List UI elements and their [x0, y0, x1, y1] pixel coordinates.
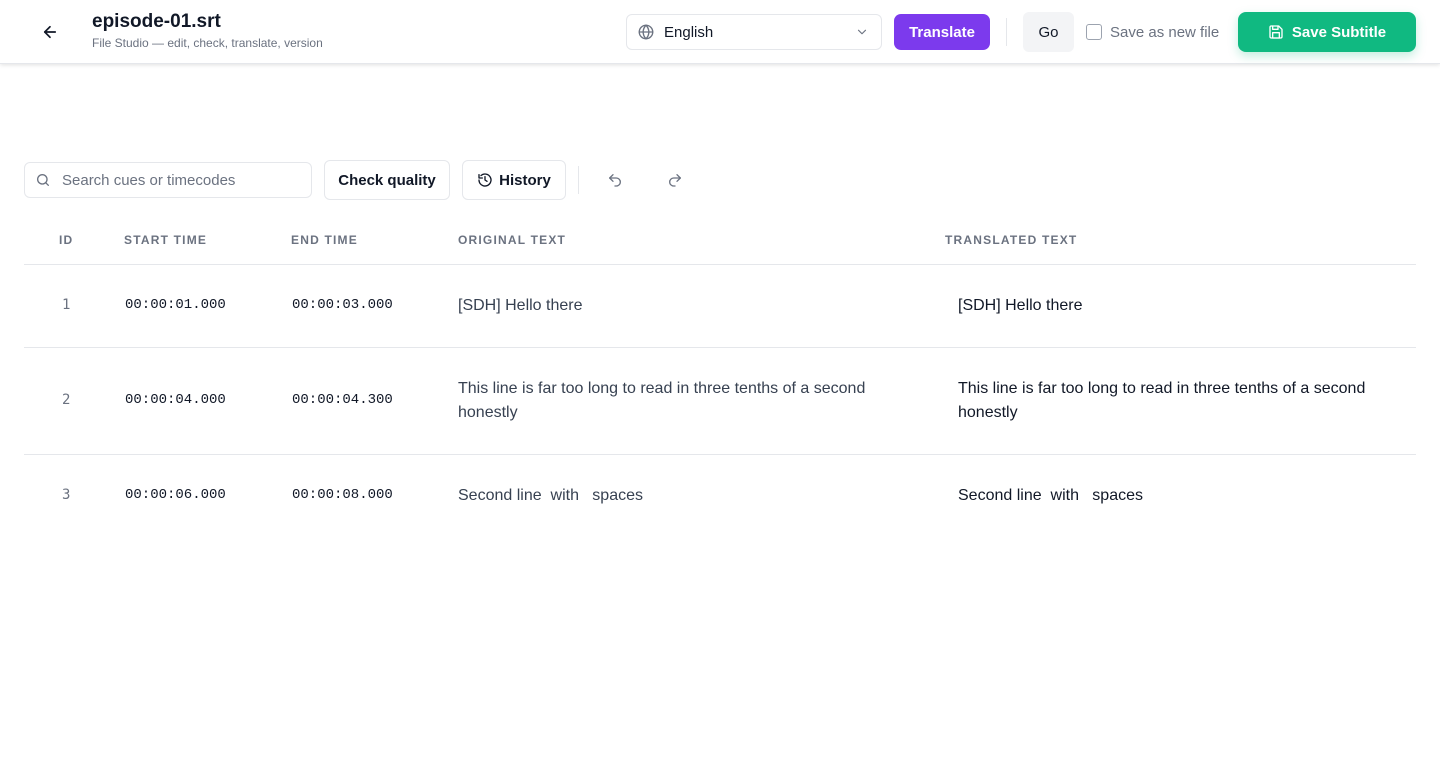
file-title: episode-01.srt	[92, 11, 221, 32]
table-header: ID START TIME END TIME ORIGINAL TEXT TRA…	[24, 220, 1416, 265]
undo-button[interactable]	[601, 166, 629, 194]
language-select[interactable]: English	[626, 14, 882, 50]
cue-end-time[interactable]: 00:00:08.000	[292, 487, 393, 503]
check-quality-button[interactable]: Check quality	[324, 160, 450, 200]
search-input[interactable]	[62, 171, 302, 189]
history-button[interactable]: History	[462, 160, 566, 200]
toolbar-divider	[578, 166, 579, 194]
save-as-new-file-toggle[interactable]: Save as new file	[1086, 22, 1219, 42]
history-icon	[477, 172, 493, 188]
cue-translated-text[interactable]: [SDH] Hello there	[958, 294, 1368, 318]
top-bar: episode-01.srt File Studio — edit, check…	[0, 0, 1440, 64]
cue-start-time[interactable]: 00:00:04.000	[125, 392, 226, 408]
cue-id: 1	[62, 297, 71, 313]
redo-icon	[669, 174, 681, 187]
column-header-original-text: ORIGINAL TEXT	[458, 233, 567, 247]
cue-translated-text[interactable]: This line is far too long to read in thr…	[958, 377, 1368, 425]
cue-original-text: This line is far too long to read in thr…	[458, 380, 870, 421]
language-value: English	[664, 23, 714, 41]
column-header-translated-text: TRANSLATED TEXT	[945, 233, 1078, 247]
arrow-left-icon	[43, 25, 57, 39]
cue-id: 3	[62, 487, 71, 503]
column-header-id: ID	[59, 233, 74, 247]
table-row[interactable]: 1 00:00:01.000 00:00:03.000 [SDH] Hello …	[24, 265, 1416, 348]
column-header-end-time: END TIME	[291, 233, 358, 247]
history-label: History	[499, 171, 551, 189]
save-icon	[1268, 24, 1284, 40]
cue-id: 2	[62, 392, 71, 408]
cue-original-text: [SDH] Hello there	[458, 297, 583, 314]
cue-end-time[interactable]: 00:00:03.000	[292, 297, 393, 313]
cue-start-time[interactable]: 00:00:01.000	[125, 297, 226, 313]
cue-original-text: Second line with spaces	[458, 487, 643, 504]
cue-translated-text[interactable]: Second line with spaces	[958, 484, 1368, 508]
undo-icon	[609, 174, 621, 187]
column-header-start-time: START TIME	[124, 233, 208, 247]
table-row[interactable]: 2 00:00:04.000 00:00:04.300 This line is…	[24, 348, 1416, 455]
chevron-down-icon	[855, 25, 869, 39]
save-subtitle-button[interactable]: Save Subtitle	[1238, 12, 1416, 52]
cue-start-time[interactable]: 00:00:06.000	[125, 487, 226, 503]
redo-button[interactable]	[661, 166, 689, 194]
cue-table: ID START TIME END TIME ORIGINAL TEXT TRA…	[24, 220, 1416, 538]
cue-end-time[interactable]: 00:00:04.300	[292, 392, 393, 408]
search-box[interactable]	[24, 162, 312, 198]
file-subtitle: File Studio — edit, check, translate, ve…	[92, 36, 323, 50]
search-icon	[35, 172, 51, 188]
go-button[interactable]: Go	[1023, 12, 1074, 52]
globe-icon	[637, 23, 655, 41]
save-as-new-file-label: Save as new file	[1110, 23, 1220, 41]
back-button[interactable]	[36, 18, 64, 46]
table-row[interactable]: 3 00:00:06.000 00:00:08.000 Second line …	[24, 455, 1416, 538]
header-divider	[1006, 18, 1007, 46]
translate-button[interactable]: Translate	[894, 14, 990, 50]
save-subtitle-label: Save Subtitle	[1291, 23, 1387, 41]
save-as-new-file-checkbox[interactable]	[1086, 24, 1102, 40]
